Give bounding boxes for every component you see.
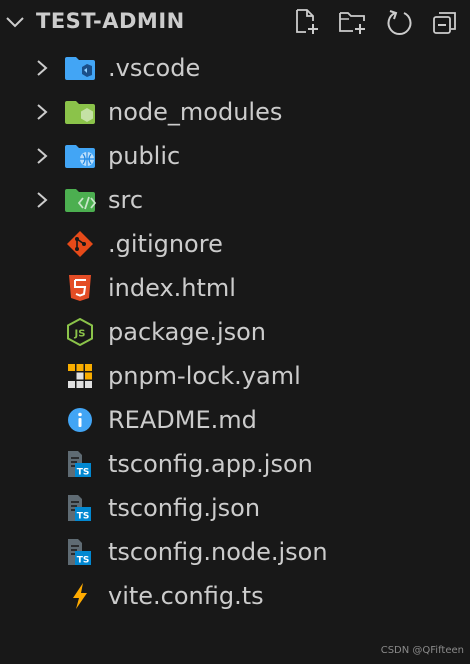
watermark: CSDN @QFifteen: [380, 645, 464, 656]
nodejs-icon: JS: [67, 318, 93, 346]
svg-text:TS: TS: [77, 512, 90, 522]
public-folder-icon: [65, 145, 95, 168]
html5-icon: [69, 275, 91, 301]
pnpm-icon: [68, 364, 92, 388]
vite-icon: [73, 583, 87, 609]
tree-item-label: tsconfig.app.json: [108, 450, 313, 478]
tree-item-vscode[interactable]: .vscode: [0, 46, 470, 90]
svg-text:JS: JS: [74, 329, 86, 340]
tree-item-label: node_modules: [108, 98, 283, 126]
new-folder-icon[interactable]: [336, 6, 370, 38]
svg-text:TS: TS: [77, 556, 90, 566]
vscode-folder-icon: [65, 57, 95, 80]
new-file-icon[interactable]: [290, 6, 324, 38]
chevron-down-icon[interactable]: [4, 11, 26, 33]
tree-item-index-html[interactable]: index.html: [0, 266, 470, 310]
tree-item-gitignore[interactable]: .gitignore: [0, 222, 470, 266]
chevron-right-icon[interactable]: [34, 189, 50, 211]
tree-item-label: index.html: [108, 274, 236, 302]
explorer-title: TEST-ADMIN: [36, 9, 185, 33]
tree-item-tsconfig-node[interactable]: TS tsconfig.node.json: [0, 530, 470, 574]
node-folder-icon: [65, 101, 95, 124]
tree-item-public[interactable]: public: [0, 134, 470, 178]
tree-item-tsconfig-app[interactable]: TS tsconfig.app.json: [0, 442, 470, 486]
tree-item-src[interactable]: src: [0, 178, 470, 222]
explorer-actions: [290, 6, 462, 38]
tree-item-label: .gitignore: [108, 230, 223, 258]
git-icon: [67, 231, 93, 257]
tree-item-label: .vscode: [108, 54, 201, 82]
tree-item-label: package.json: [108, 318, 267, 346]
chevron-right-icon[interactable]: [34, 57, 50, 79]
tree-item-label: README.md: [108, 406, 257, 434]
file-tree: .vscode node_modules public src .gitigno…: [0, 46, 470, 618]
svg-text:TS: TS: [77, 468, 90, 478]
tree-item-label: tsconfig.node.json: [108, 538, 328, 566]
tree-item-vite-config[interactable]: vite.config.ts: [0, 574, 470, 618]
tsconfig-icon: TS: [68, 539, 91, 566]
info-icon: [68, 408, 92, 432]
tree-item-package-json[interactable]: JS package.json: [0, 310, 470, 354]
refresh-icon[interactable]: [382, 6, 416, 38]
tree-item-label: src: [108, 186, 144, 214]
tree-item-readme[interactable]: README.md: [0, 398, 470, 442]
explorer-header[interactable]: TEST-ADMIN: [0, 0, 470, 44]
tree-item-pnpm-lock[interactable]: pnpm-lock.yaml: [0, 354, 470, 398]
collapse-all-icon[interactable]: [428, 6, 462, 38]
tsconfig-icon: TS: [68, 451, 91, 478]
tree-item-label: tsconfig.json: [108, 494, 261, 522]
tsconfig-icon: TS: [68, 495, 91, 522]
src-folder-icon: [65, 189, 97, 212]
tree-item-label: public: [108, 142, 181, 170]
chevron-right-icon[interactable]: [34, 145, 50, 167]
chevron-right-icon[interactable]: [34, 101, 50, 123]
tree-item-label: vite.config.ts: [108, 582, 264, 610]
tree-item-node-modules[interactable]: node_modules: [0, 90, 470, 134]
tree-item-tsconfig[interactable]: TS tsconfig.json: [0, 486, 470, 530]
tree-item-label: pnpm-lock.yaml: [108, 362, 301, 390]
